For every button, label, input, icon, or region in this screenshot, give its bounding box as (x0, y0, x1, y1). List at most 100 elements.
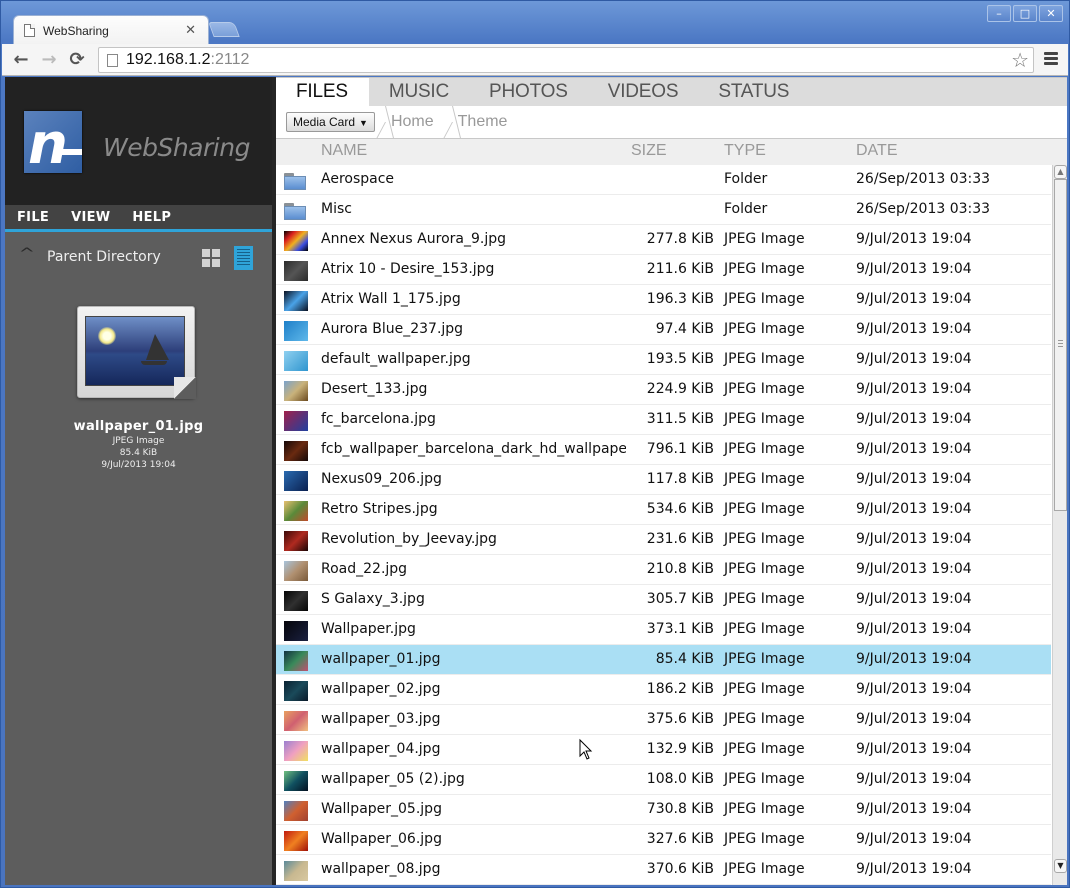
file-row[interactable]: Retro Stripes.jpg 534.6 KiB JPEG Image 9/Ju… (276, 495, 1051, 525)
file-row[interactable]: wallpaper_05 (2).jpg 108.0 KiB JPEG Image 9… (276, 765, 1051, 795)
preview-file-name: wallpaper_01.jpg (73, 419, 204, 434)
file-date: 9/Jul/2013 19:04 (856, 291, 972, 307)
file-type: JPEG Image (724, 411, 805, 427)
file-type: JPEG Image (724, 441, 805, 457)
reload-button[interactable]: ⟳ (66, 49, 88, 71)
image-thumbnail-icon (284, 681, 308, 701)
parent-directory-link[interactable]: Parent Directory (47, 249, 161, 265)
file-date: 9/Jul/2013 19:04 (856, 651, 972, 667)
browser-tab[interactable]: WebSharing ✕ (13, 15, 209, 45)
new-tab-button[interactable] (208, 22, 240, 37)
file-row[interactable]: Atrix Wall 1_175.jpg 196.3 KiB JPEG Image 9… (276, 285, 1051, 315)
file-row[interactable]: wallpaper_01.jpg 85.4 KiB JPEG Image 9/Jul/… (276, 645, 1051, 675)
file-size: 97.4 KiB (655, 321, 714, 337)
file-date: 9/Jul/2013 19:04 (856, 231, 972, 247)
scrollbar-thumb[interactable] (1054, 179, 1067, 511)
image-thumbnail-icon (284, 321, 308, 341)
minimize-button[interactable]: – (987, 5, 1011, 22)
back-button[interactable]: ← (10, 49, 32, 71)
image-thumbnail-icon (284, 531, 308, 551)
scroll-up-arrow[interactable]: ▲ (1054, 165, 1067, 179)
file-row[interactable]: Revolution_by_Jeevay.jpg 231.6 KiB JPEG Im… (276, 525, 1051, 555)
page-curl (174, 377, 196, 399)
file-type: Folder (724, 171, 768, 187)
file-row[interactable]: Aurora Blue_237.jpg 97.4 KiB JPEG Image 9/J… (276, 315, 1051, 345)
file-row[interactable]: Nexus09_206.jpg 117.8 KiB JPEG Image 9/Jul/… (276, 465, 1051, 495)
file-type: JPEG Image (724, 711, 805, 727)
storage-select[interactable]: Media Card ▼ (286, 112, 375, 132)
image-thumbnail-icon (284, 411, 308, 431)
tab-videos[interactable]: VIDEOS (588, 78, 699, 106)
breadcrumb-theme[interactable]: Theme (442, 106, 516, 138)
file-type: JPEG Image (724, 381, 805, 397)
address-bar[interactable]: 192.168.1.2:2112 ☆ (98, 47, 1034, 73)
file-row[interactable]: wallpaper_02.jpg 186.2 KiB JPEG Image 9/Jul… (276, 675, 1051, 705)
file-type: JPEG Image (724, 681, 805, 697)
file-row[interactable]: wallpaper_04.jpg 132.9 KiB JPEG Image 9/Jul… (276, 735, 1051, 765)
file-name: Retro Stripes.jpg (321, 501, 438, 517)
parent-directory-row[interactable]: ^ Parent Directory (5, 232, 272, 278)
file-row[interactable]: Aerospace Folder 26/Sep/2013 03:33 (276, 165, 1051, 195)
file-name: Nexus09_206.jpg (321, 471, 442, 487)
tab-music[interactable]: MUSIC (369, 78, 469, 106)
file-row[interactable]: S Galaxy_3.jpg 305.7 KiB JPEG Image 9/Jul/2… (276, 585, 1051, 615)
logo-letter: n (28, 112, 68, 173)
column-size[interactable]: SIZE (631, 142, 667, 160)
file-row[interactable]: wallpaper_08.jpg 370.6 KiB JPEG Image 9/Jul… (276, 855, 1051, 885)
file-name: Misc (321, 201, 352, 217)
file-row[interactable]: default_wallpaper.jpg 193.5 KiB JPEG Image… (276, 345, 1051, 375)
bookmark-star-icon[interactable]: ☆ (1011, 48, 1029, 72)
tab-files[interactable]: FILES (276, 78, 369, 106)
file-row[interactable]: Desert_133.jpg 224.9 KiB JPEG Image 9/Jul/2… (276, 375, 1051, 405)
file-row[interactable]: Road_22.jpg 210.8 KiB JPEG Image 9/Jul/2013… (276, 555, 1051, 585)
file-row[interactable]: Annex Nexus Aurora_9.jpg 277.8 KiB JPEG Im… (276, 225, 1051, 255)
breadcrumb-home[interactable]: Home (375, 106, 442, 138)
image-thumbnail-icon (284, 621, 308, 641)
image-thumbnail-icon (284, 741, 308, 761)
file-row[interactable]: Atrix 10 - Desire_153.jpg 211.6 KiB JPEG I… (276, 255, 1051, 285)
grid-view-icon[interactable] (202, 249, 220, 267)
column-type[interactable]: TYPE (724, 142, 766, 160)
file-type: JPEG Image (724, 831, 805, 847)
close-window-button[interactable]: ✕ (1039, 5, 1063, 22)
list-view-icon[interactable] (234, 246, 253, 270)
maximize-button[interactable]: □ (1013, 5, 1037, 22)
menu-file[interactable]: FILE (17, 205, 49, 229)
tab-photos[interactable]: PHOTOS (469, 78, 588, 106)
file-row[interactable]: fcb_wallpaper_barcelona_dark_hd_wallpape… (276, 435, 1051, 465)
file-size: 210.8 KiB (646, 561, 714, 577)
hull-shape (141, 361, 167, 365)
file-row[interactable]: fc_barcelona.jpg 311.5 KiB JPEG Image 9/Jul… (276, 405, 1051, 435)
file-name: default_wallpaper.jpg (321, 351, 471, 367)
vertical-scrollbar[interactable]: ▲ ▼ (1052, 165, 1067, 885)
file-size: 277.8 KiB (646, 231, 714, 247)
page-icon (107, 53, 118, 67)
column-name[interactable]: NAME (321, 142, 367, 160)
file-size: 375.6 KiB (646, 711, 714, 727)
menu-view[interactable]: VIEW (71, 205, 110, 229)
preview-file-type: JPEG Image (112, 436, 165, 446)
file-type: JPEG Image (724, 591, 805, 607)
section-tabs: FILES MUSIC PHOTOS VIDEOS STATUS (276, 77, 1067, 106)
breadcrumb: Media Card ▼ Home Theme (276, 106, 1067, 139)
close-icon[interactable]: ✕ (185, 23, 196, 38)
file-row[interactable]: wallpaper_03.jpg 375.6 KiB JPEG Image 9/Jul… (276, 705, 1051, 735)
file-name: Aurora Blue_237.jpg (321, 321, 464, 337)
file-date: 9/Jul/2013 19:04 (856, 681, 972, 697)
menu-help[interactable]: HELP (132, 205, 171, 229)
file-date: 9/Jul/2013 19:04 (856, 861, 972, 877)
scrollbar-grip (1058, 340, 1063, 349)
app-logo: n (24, 111, 82, 173)
forward-button[interactable]: → (38, 49, 60, 71)
file-row[interactable]: Wallpaper_05.jpg 730.8 KiB JPEG Image 9/Jul… (276, 795, 1051, 825)
file-row[interactable]: Wallpaper.jpg 373.1 KiB JPEG Image 9/Jul/20… (276, 615, 1051, 645)
file-row[interactable]: Wallpaper_06.jpg 327.6 KiB JPEG Image 9/Jul… (276, 825, 1051, 855)
browser-menu-icon[interactable] (1044, 52, 1058, 67)
file-name: Revolution_by_Jeevay.jpg (321, 531, 497, 547)
file-row[interactable]: Misc Folder 26/Sep/2013 03:33 (276, 195, 1051, 225)
preview-file-size: 85.4 KiB (119, 448, 158, 458)
column-date[interactable]: DATE (856, 142, 897, 160)
tab-status[interactable]: STATUS (698, 78, 809, 106)
scroll-down-arrow[interactable]: ▼ (1054, 859, 1067, 873)
file-size: 370.6 KiB (646, 861, 714, 877)
